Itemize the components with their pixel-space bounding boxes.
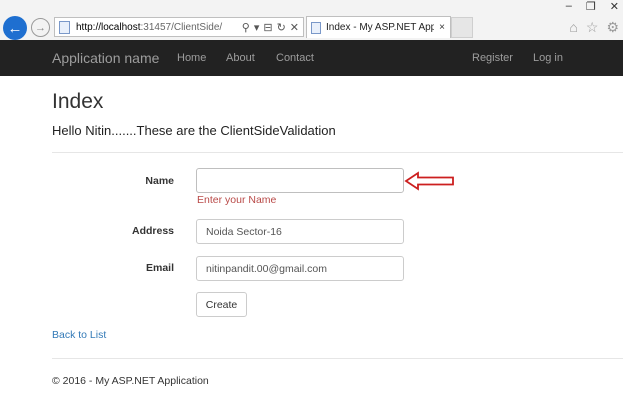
back-to-list-link[interactable]: Back to List — [52, 329, 106, 341]
create-button[interactable]: Create — [196, 292, 247, 317]
window-controls: – ❐ ✕ — [566, 0, 619, 14]
url-host: http://localhost — [76, 21, 141, 33]
page-subtitle: Hello Nitin.......These are the ClientSi… — [52, 123, 336, 138]
compat-view-icon[interactable]: ⊟ — [263, 21, 272, 34]
back-arrow-icon: ← — [7, 19, 23, 37]
name-error-message: Enter your Name — [197, 194, 277, 206]
stop-icon[interactable]: ✕ — [290, 21, 299, 34]
forward-arrow-icon: → — [35, 21, 46, 34]
address-input[interactable]: Noida Sector-16 — [196, 219, 404, 244]
email-input[interactable]: nitinpandit.00@gmail.com — [196, 256, 404, 281]
tab-title: Index - My ASP.NET Applic... — [326, 22, 435, 33]
back-button[interactable]: ← — [3, 16, 27, 40]
nav-register[interactable]: Register — [472, 52, 513, 64]
minimize-button[interactable]: – — [566, 0, 572, 14]
search-icon[interactable]: ⚲ — [242, 21, 250, 34]
address-tools: ⚲ ▾ ⊟ ↻ ✕ — [242, 21, 303, 34]
browser-tab[interactable]: Index - My ASP.NET Applic... × — [306, 16, 451, 38]
navbar: Application name Home About Contact Regi… — [0, 40, 623, 76]
name-input[interactable] — [196, 168, 404, 193]
brand-link[interactable]: Application name — [52, 50, 159, 66]
nav-login[interactable]: Log in — [533, 52, 563, 64]
address-bar[interactable]: http://localhost:31457/ClientSide/ ⚲ ▾ ⊟… — [54, 17, 304, 37]
close-window-button[interactable]: ✕ — [610, 0, 619, 14]
new-tab-button[interactable] — [451, 17, 473, 38]
browser-toolbar-icons: ⌂ ☆ ⚙ — [569, 19, 619, 36]
name-label: Name — [145, 175, 174, 187]
page-title: Index — [52, 90, 104, 113]
divider — [52, 152, 623, 153]
tab-close-icon[interactable]: × — [434, 22, 450, 33]
annotation-arrow-icon — [404, 171, 454, 191]
footer-text: © 2016 - My ASP.NET Application — [52, 375, 209, 387]
nav-contact[interactable]: Contact — [276, 52, 314, 64]
url-path: :31457/ClientSide/ — [140, 21, 223, 33]
restore-button[interactable]: ❐ — [586, 0, 596, 14]
nav-home[interactable]: Home — [177, 52, 206, 64]
star-icon[interactable]: ☆ — [586, 19, 599, 36]
browser-chrome: – ❐ ✕ ← → http://localhost:31457/ClientS… — [0, 0, 623, 40]
refresh-icon[interactable]: ↻ — [277, 21, 286, 34]
home-icon[interactable]: ⌂ — [569, 19, 577, 36]
dropdown-icon[interactable]: ▾ — [254, 21, 260, 34]
url-text[interactable]: http://localhost:31457/ClientSide/ — [76, 22, 242, 33]
page-icon — [59, 20, 70, 34]
footer-divider — [52, 358, 623, 359]
forward-button[interactable]: → — [31, 18, 50, 37]
tab-page-icon — [311, 21, 321, 34]
email-label: Email — [145, 262, 174, 274]
gear-icon[interactable]: ⚙ — [606, 19, 619, 36]
nav-about[interactable]: About — [226, 52, 255, 64]
address-label: Address — [131, 225, 174, 237]
